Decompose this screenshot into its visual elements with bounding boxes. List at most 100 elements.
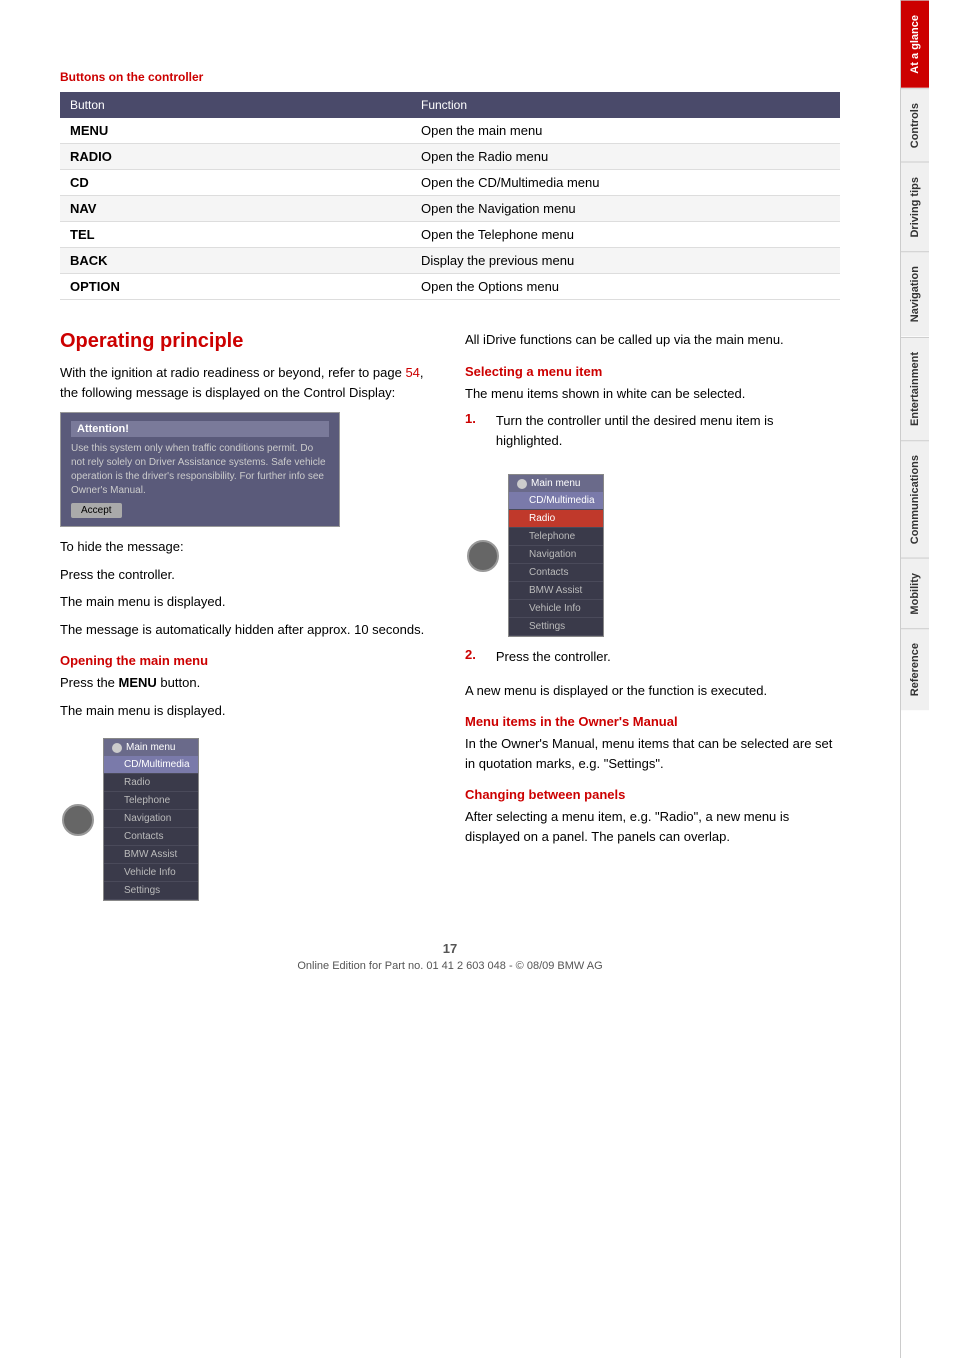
buttons-section-title: Buttons on the controller	[60, 70, 840, 84]
button-table: Button Function MENUOpen the main menuRA…	[60, 92, 840, 300]
menu-items-owners-manual-text: In the Owner's Manual, menu items that c…	[465, 734, 840, 773]
sidebar-tab-at-a-glance[interactable]: At a glance	[901, 0, 929, 88]
button-cell: TEL	[60, 222, 411, 248]
table-row: BACKDisplay the previous menu	[60, 248, 840, 274]
hide-message-2: Press the controller.	[60, 565, 435, 585]
sidebar-tab-driving-tips[interactable]: Driving tips	[901, 162, 929, 252]
step2-number: 2.	[465, 647, 476, 675]
sidebar-tabs-container: At a glanceControlsDriving tipsNavigatio…	[901, 0, 936, 711]
menu-header-right: Main menu	[509, 475, 603, 492]
function-cell: Open the Navigation menu	[411, 196, 840, 222]
operating-principle-title: Operating principle	[60, 330, 435, 353]
opening-main-menu-title: Opening the main menu	[60, 653, 435, 668]
changing-between-panels-title: Changing between panels	[465, 787, 840, 802]
controller-circle	[62, 804, 94, 836]
main-menu-wrapper-right: Main menu CD/MultimediaRadioTelephoneNav…	[465, 464, 840, 647]
menu-item: Telephone	[509, 528, 603, 546]
function-cell: Open the main menu	[411, 118, 840, 144]
menu-bold: MENU	[119, 675, 157, 690]
controller-icon-right	[465, 540, 500, 572]
right-column: All iDrive functions can be called up vi…	[465, 330, 840, 911]
function-cell: Display the previous menu	[411, 248, 840, 274]
menu-items-white-text: The menu items shown in white can be sel…	[465, 384, 840, 404]
table-header: Button Function	[60, 92, 840, 118]
menu-item: Contacts	[509, 564, 603, 582]
intro-paragraph: With the ignition at radio readiness or …	[60, 363, 435, 402]
step1-number: 1.	[465, 411, 476, 458]
all-idrive-text: All iDrive functions can be called up vi…	[465, 330, 840, 350]
table-row: TELOpen the Telephone menu	[60, 222, 840, 248]
menu-item: CD/Multimedia	[509, 492, 603, 510]
function-cell: Open the Telephone menu	[411, 222, 840, 248]
button-cell: NAV	[60, 196, 411, 222]
intro-text1: With the ignition at radio readiness or …	[60, 365, 405, 380]
controller-circle-right	[467, 540, 499, 572]
menu-items-right: CD/MultimediaRadioTelephoneNavigationCon…	[509, 492, 603, 636]
changing-between-panels-text: After selecting a menu item, e.g. "Radio…	[465, 807, 840, 846]
menu-item: Radio	[104, 774, 198, 792]
left-column: Operating principle With the ignition at…	[60, 330, 435, 911]
auto-hide-text: The message is automatically hidden afte…	[60, 620, 435, 640]
copyright-text: Online Edition for Part no. 01 41 2 603 …	[297, 960, 602, 972]
menu-item: Contacts	[104, 828, 198, 846]
hide-message-1: To hide the message:	[60, 537, 435, 557]
function-cell: Open the CD/Multimedia menu	[411, 170, 840, 196]
attention-box: Attention! Use this system only when tra…	[61, 413, 339, 526]
menu-items-owners-manual-title: Menu items in the Owner's Manual	[465, 714, 840, 729]
main-menu-wrapper-left: Main menu CD/MultimediaRadioTelephoneNav…	[60, 728, 435, 911]
attention-content: Use this system only when traffic condit…	[71, 442, 329, 498]
main-menu-screenshot-right: Main menu CD/MultimediaRadioTelephoneNav…	[508, 474, 604, 637]
step-2: 2. Press the controller.	[465, 647, 840, 675]
menu-item: BMW Assist	[509, 582, 603, 600]
function-cell: Open the Radio menu	[411, 144, 840, 170]
controller-icon-left	[60, 804, 95, 836]
table-row: NAVOpen the Navigation menu	[60, 196, 840, 222]
button-cell: OPTION	[60, 274, 411, 300]
menu-item: CD/Multimedia	[104, 756, 198, 774]
sidebar: At a glanceControlsDriving tipsNavigatio…	[900, 0, 936, 1358]
press-menu-text: Press the MENU button.	[60, 673, 435, 693]
menu-item: Vehicle Info	[509, 600, 603, 618]
menu-item: BMW Assist	[104, 846, 198, 864]
menu-item: Telephone	[104, 792, 198, 810]
menu-header-text-right: Main menu	[531, 478, 580, 489]
table-row: OPTIONOpen the Options menu	[60, 274, 840, 300]
menu-header-left: Main menu	[104, 739, 198, 756]
menu-icon-right	[517, 479, 527, 489]
step1-text: Turn the controller until the desired me…	[496, 411, 840, 450]
menu-header-text: Main menu	[126, 742, 175, 753]
menu-items-left: CD/MultimediaRadioTelephoneNavigationCon…	[104, 756, 198, 900]
menu-icon	[112, 743, 122, 753]
attention-screenshot: Attention! Use this system only when tra…	[60, 412, 340, 527]
intro-link[interactable]: 54	[405, 365, 419, 380]
col-header-function: Function	[411, 92, 840, 118]
step-1: 1. Turn the controller until the desired…	[465, 411, 840, 458]
main-menu-displayed-text: The main menu is displayed.	[60, 701, 435, 721]
selecting-menu-item-title: Selecting a menu item	[465, 364, 840, 379]
attention-title: Attention!	[71, 421, 329, 437]
sidebar-tab-communications[interactable]: Communications	[901, 440, 929, 558]
new-menu-displayed-text: A new menu is displayed or the function …	[465, 681, 840, 701]
sidebar-tab-entertainment[interactable]: Entertainment	[901, 337, 929, 440]
table-row: MENUOpen the main menu	[60, 118, 840, 144]
button-cell: RADIO	[60, 144, 411, 170]
sidebar-tab-navigation[interactable]: Navigation	[901, 251, 929, 336]
page-number: 17	[60, 941, 840, 956]
sidebar-tab-mobility[interactable]: Mobility	[901, 558, 929, 629]
step2-text: Press the controller.	[496, 647, 611, 667]
button-cell: CD	[60, 170, 411, 196]
buttons-section: Buttons on the controller Button Functio…	[60, 70, 840, 300]
operating-principle-section: Operating principle With the ignition at…	[60, 330, 840, 911]
accept-button: Accept	[71, 503, 122, 518]
menu-item: Radio	[509, 510, 603, 528]
main-menu-screenshot-left: Main menu CD/MultimediaRadioTelephoneNav…	[103, 738, 199, 901]
sidebar-tab-controls[interactable]: Controls	[901, 88, 929, 162]
sidebar-tab-reference[interactable]: Reference	[901, 628, 929, 710]
menu-item: Navigation	[104, 810, 198, 828]
page-footer: 17 Online Edition for Part no. 01 41 2 6…	[60, 941, 840, 992]
table-row: CDOpen the CD/Multimedia menu	[60, 170, 840, 196]
hide-message-3: The main menu is displayed.	[60, 592, 435, 612]
table-row: RADIOOpen the Radio menu	[60, 144, 840, 170]
menu-item: Settings	[509, 618, 603, 636]
button-cell: MENU	[60, 118, 411, 144]
